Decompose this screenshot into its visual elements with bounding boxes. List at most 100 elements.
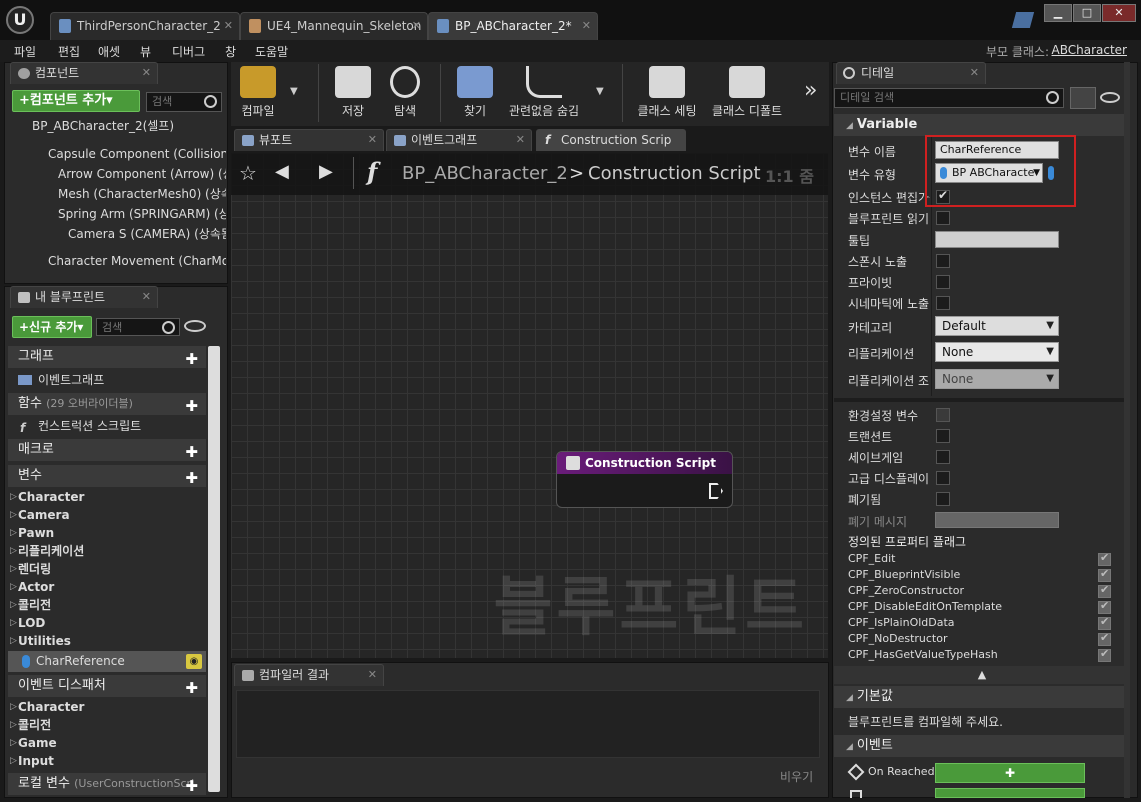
- add-on-reached-button[interactable]: ✚: [935, 763, 1085, 783]
- tree-item-spring-arm[interactable]: Spring Arm (SPRINGARM) (상속: [8, 204, 226, 224]
- tree-item-camera[interactable]: Camera S (CAMERA) (상속됨): [8, 224, 226, 244]
- close-icon[interactable]: ✕: [142, 63, 151, 83]
- category-actor[interactable]: ▷ Actor: [8, 578, 206, 596]
- blueprint-search-input[interactable]: 검색: [96, 318, 180, 336]
- dispatcher-category-collision[interactable]: ▷ 콜리전: [8, 716, 206, 734]
- class-settings-button[interactable]: 클래스 세팅: [634, 64, 700, 124]
- replication-dropdown[interactable]: None ▼: [935, 342, 1059, 362]
- details-search-input[interactable]: 디테일 검색: [834, 88, 1064, 108]
- category-replication[interactable]: ▷ 리플리케이션: [8, 542, 206, 560]
- favorite-star-icon[interactable]: ☆: [239, 161, 257, 185]
- config-variable-checkbox[interactable]: [936, 408, 950, 422]
- add-graph-icon[interactable]: ✚: [185, 348, 198, 370]
- eye-icon[interactable]: [1100, 92, 1120, 103]
- variable-item-charreference[interactable]: CharReference ◉: [8, 651, 206, 672]
- doc-tab-third-person[interactable]: ThirdPersonCharacter_2 ✕: [50, 12, 240, 40]
- dispatcher-category-game[interactable]: ▷ Game: [8, 734, 206, 752]
- find-button[interactable]: 찾기: [452, 64, 498, 124]
- tab-details[interactable]: 디테일 ✕: [836, 62, 986, 84]
- category-camera[interactable]: ▷ Camera: [8, 506, 206, 524]
- breadcrumb-root[interactable]: BP_ABCharacter_2: [402, 163, 568, 184]
- tab-my-blueprint[interactable]: 내 블루프린트 ✕: [10, 286, 158, 308]
- close-icon[interactable]: ✕: [368, 130, 377, 150]
- category-character[interactable]: ▷ Character: [8, 488, 206, 506]
- tab-event-graph[interactable]: 이벤트그래프 ✕: [386, 129, 532, 151]
- section-variable-header[interactable]: ◢ Variable: [834, 114, 1130, 136]
- tree-item-construction-script[interactable]: f 컨스트럭션 스크립트: [14, 416, 204, 436]
- toolbar-overflow-icon[interactable]: »: [804, 78, 817, 103]
- close-icon[interactable]: ✕: [412, 13, 421, 39]
- add-dispatcher-icon[interactable]: ✚: [185, 677, 198, 699]
- menu-view[interactable]: 뷰: [140, 43, 151, 60]
- exec-output-pin-icon[interactable]: [709, 483, 723, 499]
- tab-viewport[interactable]: 뷰포트 ✕: [234, 129, 384, 151]
- deprecated-checkbox[interactable]: [936, 492, 950, 506]
- category-utilities[interactable]: ▷ Utilities: [8, 632, 206, 650]
- tab-construction-script[interactable]: f Construction Scrip: [536, 129, 686, 151]
- back-arrow-icon[interactable]: ◀: [275, 161, 289, 182]
- tree-item-event-graph[interactable]: 이벤트그래프: [14, 370, 204, 390]
- tree-item-self[interactable]: BP_ABCharacter_2(셀프): [8, 116, 226, 136]
- add-new-button[interactable]: +신규 추가▾: [12, 316, 92, 338]
- doc-tab-bp-abcharacter[interactable]: BP_ABCharacter_2* ✕: [428, 12, 598, 40]
- blueprint-scrollbar[interactable]: [208, 346, 220, 792]
- section-variables[interactable]: 변수 ✚: [8, 465, 206, 487]
- hide-unrelated-chevron-icon[interactable]: ▼: [596, 86, 604, 97]
- add-local-variable-icon[interactable]: ✚: [185, 775, 198, 797]
- component-search-input[interactable]: 검색: [146, 92, 222, 112]
- section-event-dispatchers[interactable]: 이벤트 디스패처 ✚: [8, 675, 206, 697]
- close-icon[interactable]: ✕: [516, 130, 525, 150]
- class-defaults-button[interactable]: 클래스 디폴트: [708, 64, 786, 124]
- close-icon[interactable]: ✕: [224, 13, 233, 39]
- construction-script-node[interactable]: Construction Script: [556, 451, 733, 508]
- menu-debug[interactable]: 디버그: [172, 43, 205, 60]
- blueprint-readonly-checkbox[interactable]: [936, 211, 950, 225]
- section-macros[interactable]: 매크로 ✚: [8, 439, 206, 461]
- section-default-value-header[interactable]: ◢ 기본값: [834, 686, 1130, 708]
- menu-asset[interactable]: 애셋: [98, 43, 120, 60]
- forward-arrow-icon[interactable]: ▶: [319, 161, 333, 182]
- category-dropdown[interactable]: Default ▼: [935, 316, 1059, 336]
- menu-help[interactable]: 도움말: [255, 43, 288, 60]
- add-event-button[interactable]: [935, 788, 1085, 798]
- category-lod[interactable]: ▷ LOD: [8, 614, 206, 632]
- category-collision[interactable]: ▷ 콜리전: [8, 596, 206, 614]
- add-macro-icon[interactable]: ✚: [185, 441, 198, 463]
- tree-item-arrow[interactable]: Arrow Component (Arrow) (상속: [8, 164, 226, 184]
- tooltip-input[interactable]: [935, 231, 1059, 248]
- maximize-button[interactable]: □: [1073, 4, 1101, 22]
- tab-components[interactable]: 컴포넌트 ✕: [10, 62, 158, 84]
- compile-button[interactable]: 컴파일: [236, 64, 280, 124]
- add-component-button[interactable]: +컴포넌트 추가▾: [12, 90, 140, 112]
- close-window-button[interactable]: ✕: [1102, 4, 1136, 22]
- menu-file[interactable]: 파일: [14, 43, 36, 60]
- transient-checkbox[interactable]: [936, 429, 950, 443]
- tree-item-capsule[interactable]: Capsule Component (CollisionC: [8, 144, 226, 164]
- menu-window[interactable]: 창: [225, 43, 236, 60]
- section-functions[interactable]: 함수 (29 오버라이더블) ✚: [8, 393, 206, 415]
- section-graphs[interactable]: 그래프 ✚: [8, 346, 206, 368]
- minimize-button[interactable]: ▁: [1044, 4, 1072, 22]
- savegame-checkbox[interactable]: [936, 450, 950, 464]
- details-scrollbar[interactable]: [1124, 62, 1130, 798]
- close-icon[interactable]: ✕: [582, 13, 591, 39]
- advanced-display-checkbox[interactable]: [936, 471, 950, 485]
- visibility-eye-icon[interactable]: ◉: [186, 654, 202, 669]
- compile-options-chevron-icon[interactable]: ▼: [290, 86, 298, 97]
- close-icon[interactable]: ✕: [970, 63, 979, 83]
- collapse-advanced-icon[interactable]: ▲: [834, 666, 1130, 684]
- tab-compiler-results[interactable]: 컴파일러 결과 ✕: [234, 664, 384, 686]
- section-events-header[interactable]: ◢ 이벤트: [834, 735, 1130, 757]
- category-pawn[interactable]: ▷ Pawn: [8, 524, 206, 542]
- browse-button[interactable]: 탐색: [382, 64, 428, 124]
- parent-class-link[interactable]: ABCharacter: [1052, 43, 1127, 57]
- tree-item-mesh[interactable]: Mesh (CharacterMesh0) (상속됨: [8, 184, 226, 204]
- hide-unrelated-button[interactable]: 관련없음 숨김: [504, 64, 584, 124]
- replication-condition-dropdown[interactable]: None ▼: [935, 369, 1059, 389]
- close-icon[interactable]: ✕: [142, 287, 151, 307]
- private-checkbox[interactable]: [936, 275, 950, 289]
- graduation-cap-icon[interactable]: [1011, 12, 1035, 28]
- menu-edit[interactable]: 편집: [58, 43, 80, 60]
- section-local-variables[interactable]: 로컬 변수 (UserConstructionScri ✚: [8, 773, 206, 795]
- expose-on-spawn-checkbox[interactable]: [936, 254, 950, 268]
